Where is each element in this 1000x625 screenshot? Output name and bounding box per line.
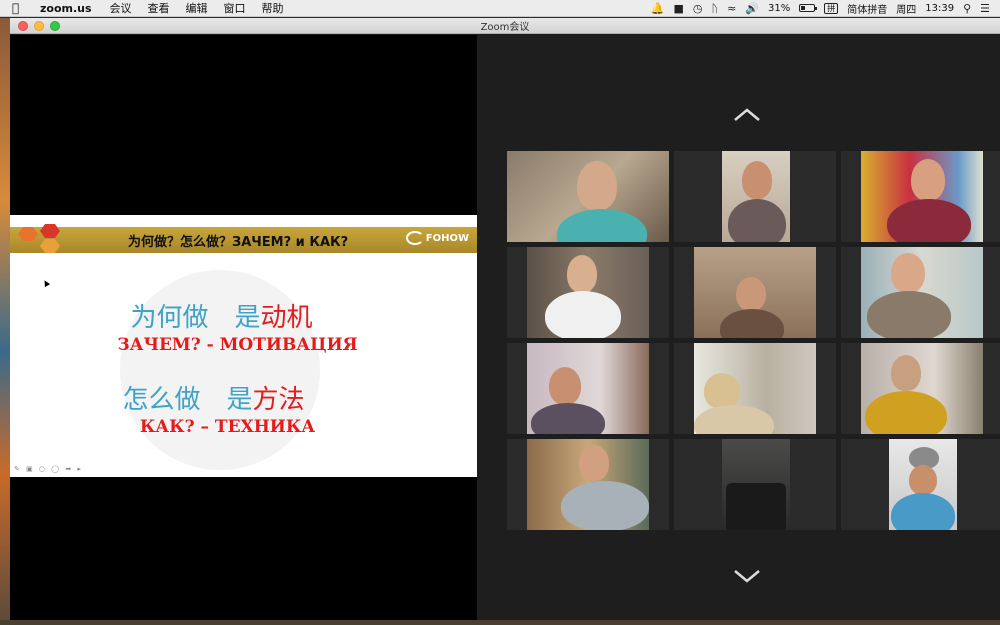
slide-line-how-chinese: 怎么做 是方法 [10,379,447,416]
logo-text: FOHOW [425,232,469,244]
participant-video-tile[interactable] [507,439,669,530]
participant-body [557,209,647,242]
wifi-icon[interactable]: ≈ [727,2,736,15]
participant-video-tile[interactable] [674,343,836,434]
participant-body [545,291,621,338]
participant-body [694,405,774,434]
participant-video-tile[interactable] [674,247,836,338]
slide-text-blue: 为何做 是 [130,303,261,333]
participant-video-tile[interactable] [674,439,836,530]
slide-line-how-russian: КАК? – ТЕХНИКА [139,417,316,437]
participant-video [722,151,790,242]
menu-app-name[interactable]: zoom.us [40,2,92,15]
slide-text-red: 动机 [260,303,313,333]
menu-window[interactable]: 窗口 [224,0,246,16]
participant-video [527,343,649,434]
search-icon[interactable]: ⚲ [963,2,971,15]
participant-video-tile[interactable] [674,151,836,242]
slide-text-red: 方法 [252,385,305,415]
menu-help[interactable]: 帮助 [262,0,284,16]
participant-video [694,343,816,434]
fohow-logo: FOHOW [405,231,469,245]
shared-screen-area: 为何做？怎么做？ЗАЧЕМ? и КАК? FOHOW 为何做 是动机 ЗАЧЕ… [10,35,477,620]
apple-icon[interactable]:  [12,1,28,15]
menu-view[interactable]: 查看 [148,0,170,16]
input-method-label[interactable]: 简体拼音 [847,1,887,16]
participant-face [742,161,772,199]
window-title: Zoom会议 [480,22,530,33]
participant-body [887,199,971,242]
participant-video-tile[interactable] [507,151,669,242]
participant-video-tile[interactable] [507,343,669,434]
participant-video [527,439,649,530]
window-titlebar[interactable]: Zoom会议 [10,18,1000,34]
participant-video [861,247,983,338]
desktop-background [0,18,10,625]
participant-body [891,493,955,530]
participant-body [865,391,947,434]
participant-face [577,161,617,211]
chevron-up-icon [734,108,760,121]
clock[interactable]: 13:39 [925,3,954,14]
participant-video-tile[interactable] [507,247,669,338]
participant-face [579,445,609,481]
participant-face [567,255,597,293]
input-method-icon[interactable]: 拼 [824,2,839,14]
participant-face [891,355,921,391]
participant-face [911,159,945,201]
control-center-icon[interactable]: ☰ [980,2,990,15]
zoom-window: Zoom会议 为何做？怎么做？ЗАЧЕМ? и КАК? FOHOW 为何做 是… [10,18,1000,620]
shared-slide: 为何做？怎么做？ЗАЧЕМ? и КАК? FOHOW 为何做 是动机 ЗАЧЕ… [10,215,477,477]
participant-video [527,247,649,338]
slide-line-why-russian: ЗАЧЕМ? - МОТИВАЦИЯ [117,335,358,355]
gallery-page-down-button[interactable] [732,568,762,584]
participant-video-tile[interactable] [841,151,1000,242]
participant-face [909,465,937,495]
participant-face [736,277,766,311]
menu-edit[interactable]: 编辑 [186,0,208,16]
participant-face [549,367,581,405]
volume-icon[interactable]: 🔊 [745,2,759,15]
minimize-button[interactable] [34,21,44,31]
slide-annotation-toolbar[interactable]: ✎ ▣ ○ ◯ ➡ ▸ [14,465,83,473]
status-area: 🔔 ■ ◷ ᚢ ≈ 🔊 31% 拼 简体拼音 周四 13:39 ⚲ ☰ [651,1,990,16]
participant-body [531,403,605,434]
participant-body [867,291,951,338]
participant-body [726,483,786,530]
weekday: 周四 [896,4,917,16]
participant-video [694,247,816,338]
participant-body [561,481,649,530]
participant-video-tile[interactable] [841,439,1000,530]
participant-video-tile[interactable] [841,343,1000,434]
participant-video [861,343,983,434]
bluetooth-icon[interactable]: ᚢ [711,2,718,15]
battery-icon[interactable] [799,4,818,12]
participant-body [728,199,786,242]
desktop-dock-strip [0,620,1000,625]
maximize-button[interactable] [50,21,60,31]
participant-face [891,253,925,293]
participant-video [722,439,790,530]
gallery-page-up-button[interactable] [732,107,762,123]
participant-video [889,439,957,530]
battery-level [801,6,805,10]
slide-header-text: 为何做？怎么做？ЗАЧЕМ? и КАК? [128,234,349,250]
participant-video-tile[interactable] [841,247,1000,338]
macos-menu-bar:  zoom.us 会议 查看 编辑 窗口 帮助 🔔 ■ ◷ ᚢ ≈ 🔊 31%… [0,0,1000,17]
slide-text-blue: 怎么做 是 [122,385,253,415]
participant-body [720,309,784,338]
chevron-down-icon [734,570,760,583]
notification-bell-icon[interactable]: 🔔 [651,2,665,15]
time-machine-icon[interactable]: ◷ [693,2,703,15]
participant-video [861,151,983,242]
participant-video [507,151,669,242]
close-button[interactable] [18,21,28,31]
participant-gallery [477,35,1000,620]
logo-swirl-icon [405,231,424,245]
battery-percent: 31% [768,2,791,14]
participant-face [704,373,740,409]
menu-meeting[interactable]: 会议 [110,0,132,16]
slide-line-why-chinese: 为何做 是动机 [10,297,455,334]
video-camera-icon[interactable]: ■ [673,2,683,15]
